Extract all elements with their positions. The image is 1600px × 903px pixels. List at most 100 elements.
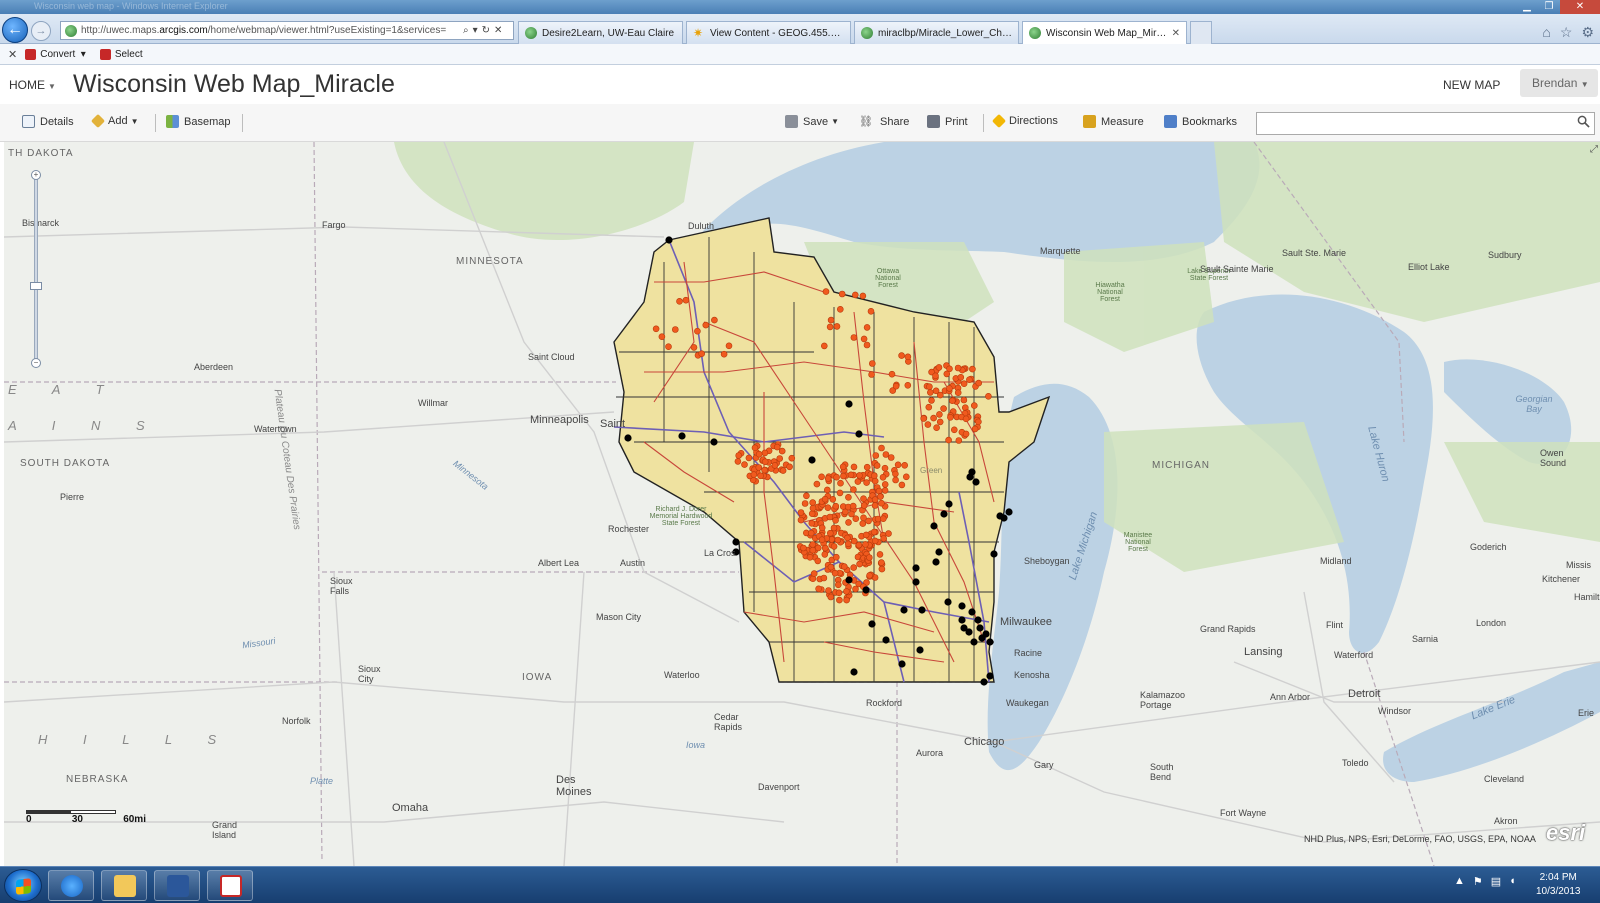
black-point[interactable]	[945, 500, 953, 508]
orange-point[interactable]	[809, 546, 817, 554]
black-point[interactable]	[850, 668, 858, 676]
orange-point[interactable]	[814, 557, 822, 565]
orange-point[interactable]	[797, 516, 805, 524]
orange-point[interactable]	[803, 492, 810, 500]
taskbar-clock[interactable]: 2:04 PM 10/3/2013	[1536, 871, 1581, 899]
convert-button[interactable]: Convert ▾	[25, 48, 86, 60]
bookmarks-button[interactable]: Bookmarks	[1164, 115, 1237, 128]
black-point[interactable]	[665, 236, 673, 244]
orange-point[interactable]	[859, 520, 867, 527]
orange-point[interactable]	[876, 493, 884, 500]
orange-point[interactable]	[839, 463, 847, 471]
zoom-out-button[interactable]: −	[31, 358, 41, 368]
map-search-input[interactable]	[1256, 112, 1595, 135]
black-point[interactable]	[918, 606, 926, 614]
orange-point[interactable]	[936, 411, 943, 418]
tab-wisconsin-web-map[interactable]: Wisconsin Web Map_Miracle ✕	[1022, 21, 1187, 44]
orange-point[interactable]	[850, 486, 857, 493]
orange-point[interactable]	[690, 344, 698, 351]
orange-point[interactable]	[867, 308, 875, 315]
orange-point[interactable]	[881, 487, 889, 494]
orange-point[interactable]	[800, 544, 807, 552]
black-point[interactable]	[974, 616, 982, 624]
black-point[interactable]	[900, 606, 908, 614]
orange-point[interactable]	[814, 544, 822, 552]
orange-point[interactable]	[878, 559, 885, 566]
orange-point[interactable]	[841, 508, 849, 516]
orange-point[interactable]	[852, 585, 859, 593]
orange-point[interactable]	[878, 444, 885, 452]
orange-point[interactable]	[868, 371, 875, 378]
orange-point[interactable]	[755, 450, 763, 458]
orange-point[interactable]	[818, 473, 825, 481]
orange-point[interactable]	[971, 425, 979, 433]
orange-point[interactable]	[806, 553, 814, 561]
orange-point[interactable]	[834, 536, 842, 544]
black-point[interactable]	[862, 586, 870, 594]
orange-point[interactable]	[851, 291, 859, 299]
save-button[interactable]: Save ▼	[785, 115, 839, 128]
orange-point[interactable]	[734, 458, 742, 465]
orange-point[interactable]	[844, 540, 852, 548]
orange-point[interactable]	[871, 502, 879, 509]
orange-point[interactable]	[930, 414, 937, 422]
orange-point[interactable]	[904, 382, 912, 389]
orange-point[interactable]	[836, 306, 844, 313]
expand-map-icon[interactable]: ⤢	[1590, 144, 1600, 155]
orange-point[interactable]	[863, 341, 871, 349]
orange-point[interactable]	[962, 430, 970, 438]
restore-button[interactable]: ❐	[1538, 0, 1560, 14]
orange-point[interactable]	[827, 563, 835, 571]
orange-point[interactable]	[826, 513, 834, 521]
print-button[interactable]: Print	[927, 115, 968, 128]
orange-point[interactable]	[825, 587, 832, 594]
close-tab-icon[interactable]: ✕	[1172, 28, 1180, 39]
black-point[interactable]	[912, 578, 920, 586]
orange-point[interactable]	[848, 510, 855, 518]
network-icon[interactable]: ▤	[1491, 875, 1501, 888]
orange-point[interactable]	[808, 519, 816, 527]
orange-point[interactable]	[822, 288, 830, 295]
orange-point[interactable]	[711, 316, 718, 324]
orange-point[interactable]	[946, 385, 953, 392]
black-point[interactable]	[935, 548, 943, 556]
user-menu[interactable]: Brendan ▼	[1520, 69, 1598, 97]
orange-point[interactable]	[926, 389, 934, 396]
orange-point[interactable]	[940, 405, 947, 412]
orange-point[interactable]	[954, 364, 962, 372]
black-point[interactable]	[868, 620, 876, 628]
share-button[interactable]: ⛓ Share	[859, 115, 909, 129]
black-point[interactable]	[944, 598, 952, 606]
orange-point[interactable]	[818, 536, 826, 544]
orange-point[interactable]	[870, 472, 878, 480]
orange-point[interactable]	[761, 449, 769, 457]
orange-point[interactable]	[860, 335, 868, 343]
orange-point[interactable]	[725, 342, 733, 350]
orange-point[interactable]	[969, 365, 976, 373]
orange-point[interactable]	[847, 471, 855, 479]
black-point[interactable]	[966, 473, 974, 481]
orange-point[interactable]	[682, 296, 690, 304]
close-window-button[interactable]: ✕	[1560, 0, 1600, 14]
orange-point[interactable]	[809, 499, 817, 506]
orange-point[interactable]	[779, 467, 787, 474]
orange-point[interactable]	[849, 502, 857, 510]
black-point[interactable]	[930, 522, 938, 530]
orange-point[interactable]	[844, 534, 851, 542]
orange-point[interactable]	[863, 463, 871, 471]
orange-point[interactable]	[868, 360, 876, 367]
directions-button[interactable]: Directions	[991, 113, 1058, 129]
orange-point[interactable]	[859, 292, 867, 300]
orange-point[interactable]	[826, 323, 834, 331]
black-point[interactable]	[978, 634, 986, 642]
orange-point[interactable]	[892, 382, 900, 390]
new-tab-button[interactable]	[1190, 21, 1212, 44]
orange-point[interactable]	[838, 290, 846, 298]
black-point[interactable]	[845, 576, 853, 584]
black-point[interactable]	[972, 478, 980, 486]
black-point[interactable]	[970, 638, 978, 646]
orange-point[interactable]	[757, 472, 764, 480]
orange-point[interactable]	[970, 402, 978, 409]
black-point[interactable]	[940, 510, 948, 518]
back-button[interactable]: ←	[2, 17, 28, 43]
